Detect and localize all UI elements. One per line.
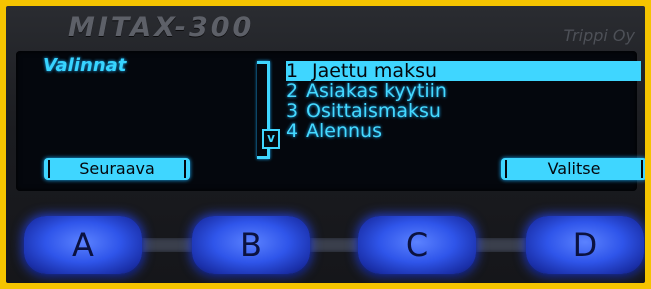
menu-item-label: Alennus xyxy=(306,120,382,142)
menu-item-label: Jaettu maksu xyxy=(312,60,438,82)
menu-item-number: 1 xyxy=(286,60,299,82)
taxi-meter-device: MITAX-300 Trippi Oy Valinnat v 1 Jaettu m… xyxy=(6,6,645,283)
menu-item-number: 4 xyxy=(286,120,299,142)
scroll-down-icon: v xyxy=(262,129,280,149)
softkey-next[interactable]: Seuraava xyxy=(44,158,190,180)
menu-item-3[interactable]: 3 Osittaismaksu xyxy=(286,101,641,121)
key-connector xyxy=(470,238,532,252)
hardware-keypad: A B C D xyxy=(6,214,645,276)
key-c-button[interactable]: C xyxy=(358,216,476,274)
menu-item-label: Asiakas kyytiin xyxy=(306,80,447,102)
menu-item-4[interactable]: 4 Alennus xyxy=(286,121,641,141)
menu-item-2[interactable]: 2 Asiakas kyytiin xyxy=(286,81,641,101)
menu-item-number: 3 xyxy=(286,100,299,122)
key-b-button[interactable]: B xyxy=(192,216,310,274)
screen-title: Valinnat xyxy=(43,55,127,76)
lcd-screen: Valinnat v 1 Jaettu maksu 2 Asiakas kyytii… xyxy=(16,51,645,191)
key-a-button[interactable]: A xyxy=(24,216,142,274)
brand-logo: MITAX-300 xyxy=(68,12,255,43)
menu-item-1[interactable]: 1 Jaettu maksu xyxy=(286,61,641,81)
manufacturer-label: Trippi Oy xyxy=(563,26,635,45)
menu-item-number: 2 xyxy=(286,80,299,102)
key-connector xyxy=(136,238,198,252)
softkey-select[interactable]: Valitse xyxy=(501,158,645,180)
key-connector xyxy=(304,238,364,252)
menu-item-label: Osittaismaksu xyxy=(306,100,441,122)
key-d-button[interactable]: D xyxy=(526,216,644,274)
options-menu: 1 Jaettu maksu 2 Asiakas kyytiin 3 Osittais… xyxy=(286,61,641,141)
